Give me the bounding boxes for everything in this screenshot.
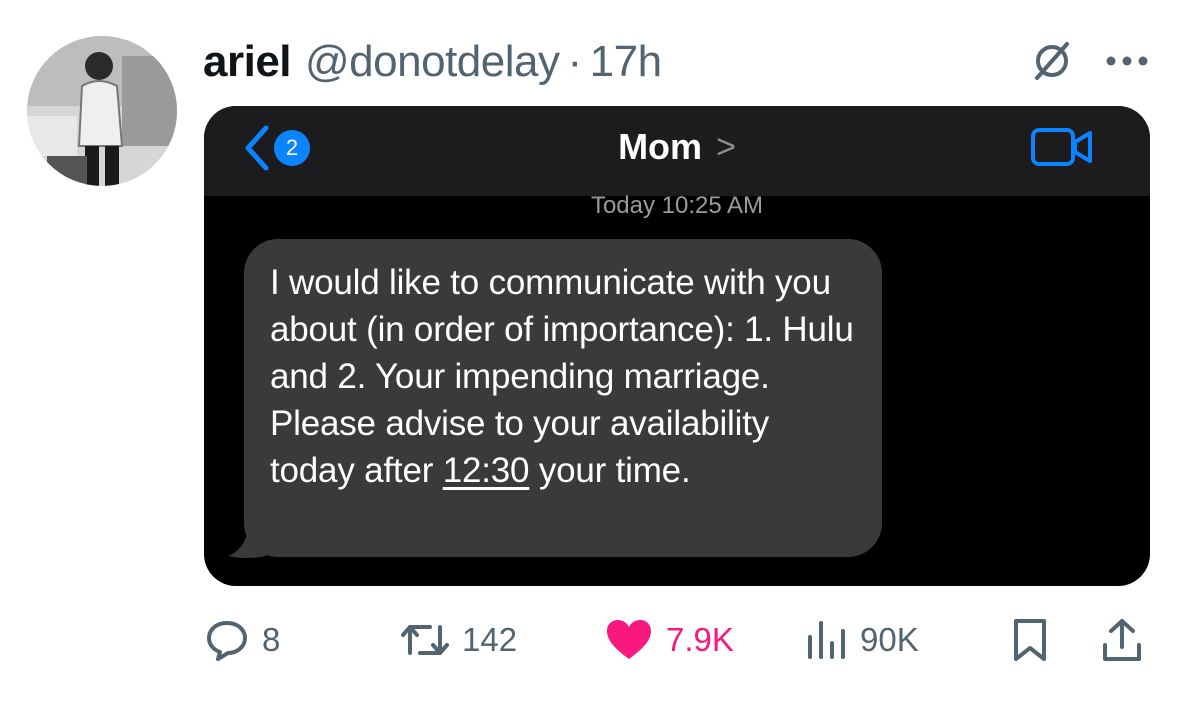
separator-dot: · [567, 37, 582, 86]
reply-icon [207, 621, 247, 661]
views-button[interactable]: 90K [804, 612, 919, 668]
heart-icon [607, 620, 651, 659]
tweet-actions: 8 142 7.9K 90K [204, 612, 1150, 668]
share-button[interactable] [1100, 612, 1144, 668]
user-handle[interactable]: @donotdelay [305, 37, 560, 87]
imessage-nav-bar: 2 Mom > [204, 106, 1150, 196]
tweet-time[interactable]: 17h [590, 37, 662, 87]
retweet-button[interactable]: 142 [400, 612, 517, 668]
like-count: 7.9K [666, 621, 734, 658]
more-icon[interactable] [1105, 55, 1149, 67]
contact-name: Mom [618, 126, 703, 167]
retweet-icon [401, 625, 449, 655]
message-bubble[interactable]: I would like to communicate with you abo… [244, 239, 882, 557]
retweet-count: 142 [462, 621, 518, 658]
grok-icon[interactable] [1029, 38, 1075, 84]
video-call-icon[interactable] [1030, 126, 1094, 173]
reply-button[interactable]: 8 [204, 612, 280, 668]
tweet-header: ariel @donotdelay · 17h [203, 34, 662, 90]
message-text-end: your time. [529, 451, 691, 490]
time-link[interactable]: 12:30 [443, 451, 530, 490]
like-button[interactable]: 7.9K [604, 612, 734, 668]
chevron-right-icon: > [716, 127, 736, 166]
contact-header[interactable]: Mom > [204, 126, 1150, 168]
bookmark-icon [1014, 619, 1046, 661]
views-icon [808, 621, 845, 659]
display-name[interactable]: ariel [203, 37, 292, 87]
share-icon [1103, 619, 1141, 661]
message-timestamp: Today 10:25 AM [590, 192, 764, 219]
bookmark-button[interactable] [1010, 612, 1050, 668]
avatar[interactable] [27, 36, 177, 186]
views-count: 90K [860, 621, 919, 658]
tweet-image[interactable]: 2 Mom > Today 10:25 AM I would like to c… [204, 106, 1150, 586]
reply-count: 8 [262, 621, 281, 658]
